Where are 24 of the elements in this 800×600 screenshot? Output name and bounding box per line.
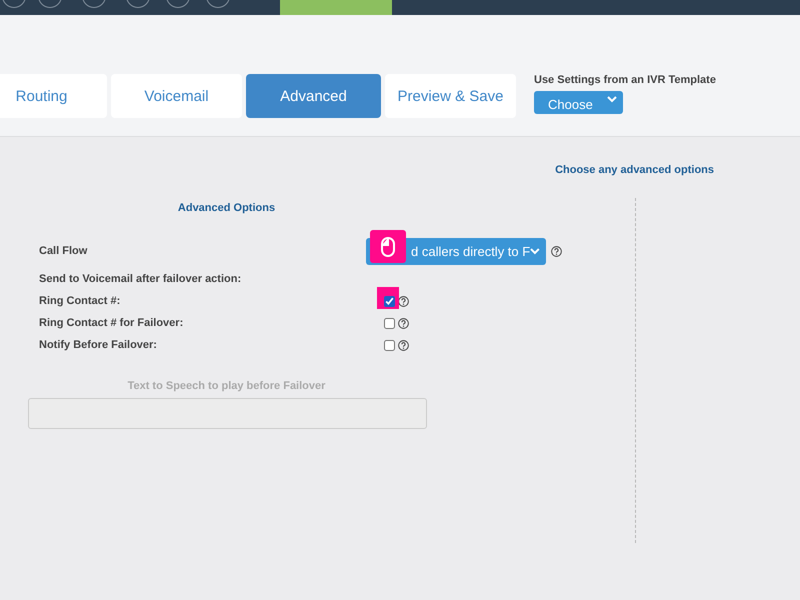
checkbox[interactable] (384, 296, 395, 306)
field-label: Ring Contact #: (39, 295, 122, 307)
hint-text: Choose any advanced options (555, 164, 714, 176)
field-label: Send to Voicemail after failover action: (39, 273, 242, 285)
checkbox[interactable] (384, 340, 395, 350)
tts-label: Text to Speech to play before Failover (128, 380, 326, 392)
mouse-icon (381, 236, 395, 256)
chevron-icon (607, 96, 617, 103)
field-label: Ring Contact # for Failover: (39, 317, 184, 329)
help-icon[interactable] (398, 296, 409, 306)
tab[interactable]: Voicemail (111, 74, 242, 118)
help-icon[interactable] (398, 318, 409, 328)
help-icon[interactable] (551, 246, 562, 256)
chevron-icon (530, 248, 540, 254)
template-dropdown[interactable]: Choose (534, 91, 623, 114)
checkbox[interactable] (384, 318, 395, 328)
field-label: Call Flow (39, 245, 88, 257)
tab[interactable]: Preview & Save (385, 74, 516, 118)
tab[interactable]: Routing (0, 74, 107, 118)
template-label: Use Settings from an IVR Template (534, 74, 716, 86)
panel-title: Advanced Options (178, 202, 276, 214)
field-label: Notify Before Failover: (39, 339, 158, 351)
help-icon[interactable] (398, 340, 409, 350)
tab[interactable]: Advanced (246, 74, 381, 118)
